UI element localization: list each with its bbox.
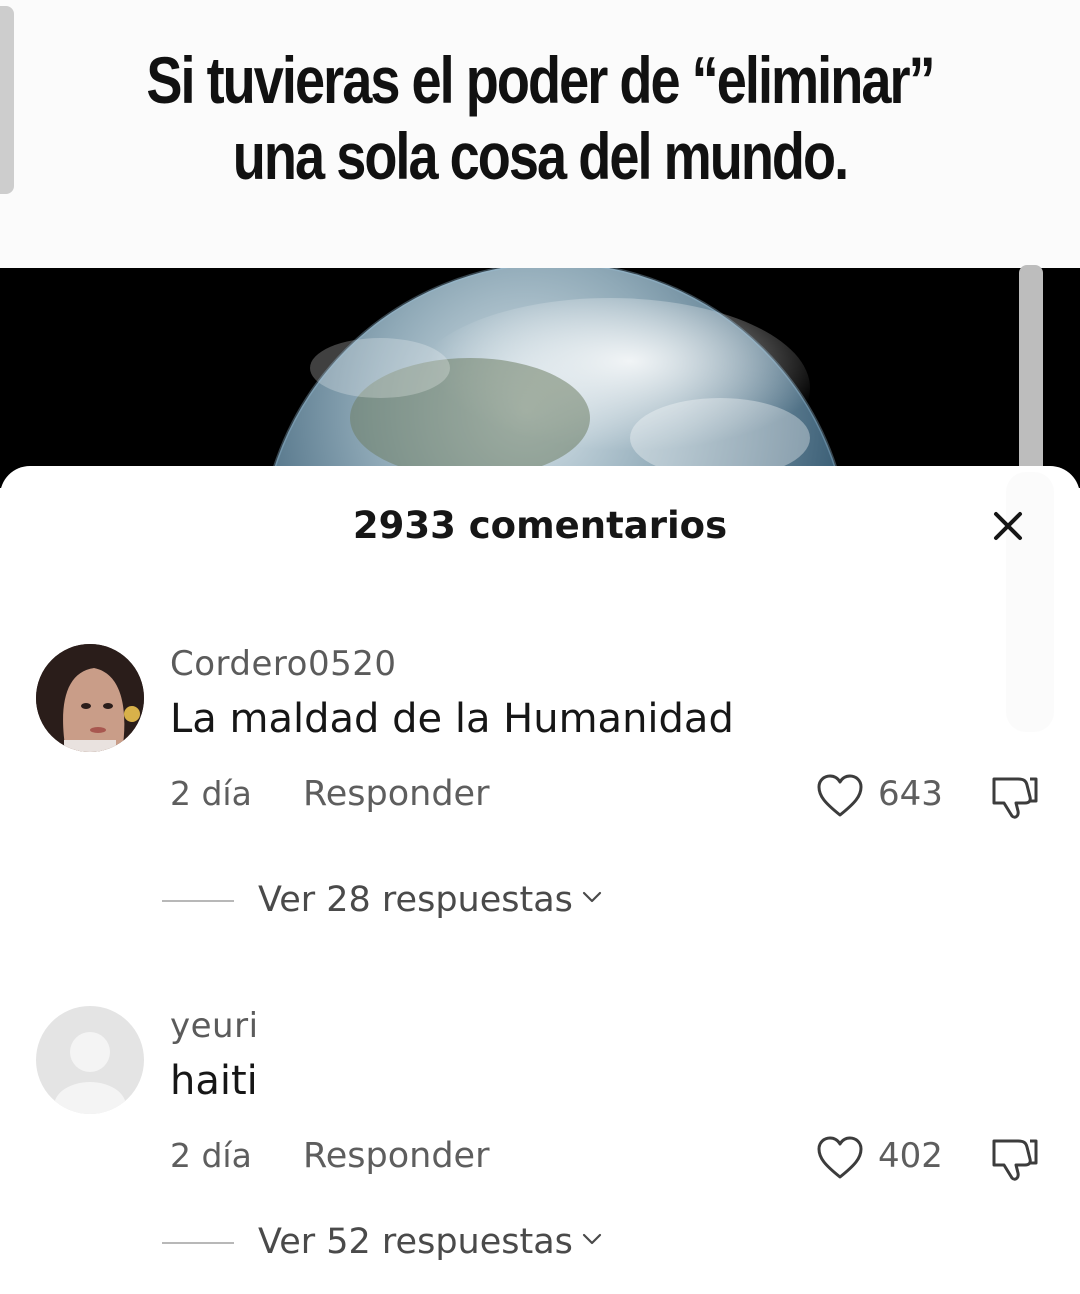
comment-text: haiti (170, 1058, 258, 1104)
like-count: 402 (878, 1136, 943, 1176)
video-scroll-indicator[interactable] (1019, 265, 1043, 475)
video-caption-area: Si tuvieras el poder de “eliminar” una s… (0, 0, 1080, 269)
comment-date: 2 día (170, 1136, 252, 1175)
comment-date: 2 día (170, 774, 252, 813)
chevron-down-icon (582, 1233, 602, 1245)
divider (162, 900, 234, 902)
like-count: 643 (878, 774, 943, 814)
comment-item: Cordero0520 La maldad de la Humanidad 2 … (0, 644, 1080, 920)
view-replies-button[interactable]: Ver 52 respuestas (258, 1222, 603, 1262)
comment-item: yeuri haiti 2 día Responder 402 Ver 52 r… (0, 1006, 1080, 1262)
close-icon[interactable] (988, 506, 1028, 546)
avatar[interactable] (36, 644, 144, 752)
view-replies-button[interactable]: Ver 28 respuestas (258, 880, 603, 920)
divider (162, 1242, 234, 1244)
chevron-down-icon (582, 891, 602, 903)
comment-username[interactable]: yeuri (170, 1006, 259, 1046)
heart-icon[interactable] (815, 1134, 865, 1182)
video-caption: Si tuvieras el poder de “eliminar” una s… (130, 42, 950, 194)
caption-line-1: Si tuvieras el poder de “eliminar” (146, 43, 935, 117)
reply-button[interactable]: Responder (303, 1136, 489, 1176)
comments-count-title: 2933 comentarios (352, 504, 728, 547)
dislike-icon[interactable] (988, 1133, 1040, 1183)
edge-handle (0, 6, 14, 194)
earth-image (0, 268, 1080, 488)
reply-button[interactable]: Responder (303, 774, 489, 814)
comment-text: La maldad de la Humanidad (170, 696, 734, 742)
view-replies-label: Ver 28 respuestas (258, 880, 573, 920)
avatar[interactable] (36, 1006, 144, 1114)
dislike-icon[interactable] (988, 771, 1040, 821)
video-frame-earth[interactable] (0, 268, 1080, 488)
comment-username[interactable]: Cordero0520 (170, 644, 396, 684)
default-avatar-icon (36, 1006, 144, 1114)
heart-icon[interactable] (815, 772, 865, 820)
user-photo-icon (36, 644, 144, 752)
caption-line-2: una sola cosa del mundo. (232, 119, 849, 193)
view-replies-label: Ver 52 respuestas (258, 1222, 573, 1262)
